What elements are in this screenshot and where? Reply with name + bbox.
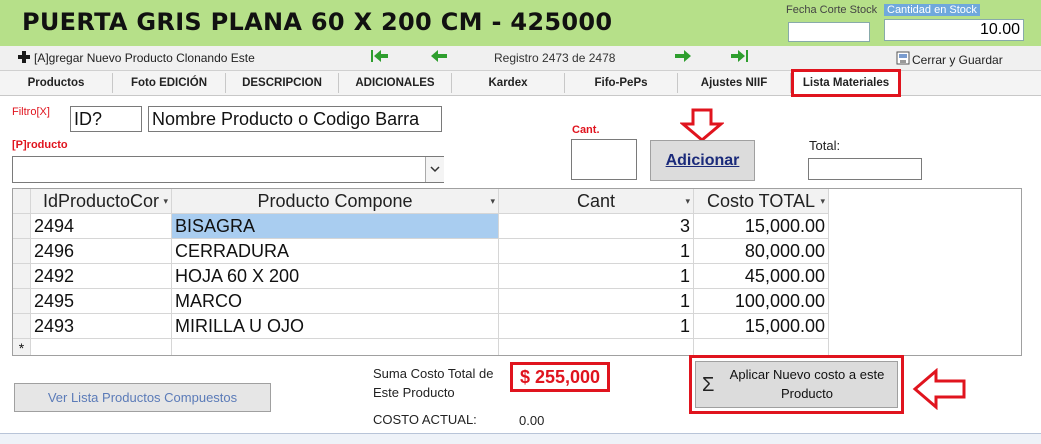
tab-adicionales[interactable]: ADICIONALES	[339, 73, 452, 93]
grid-corner	[13, 189, 31, 214]
sum-total-value: $ 255,000	[510, 362, 610, 392]
cell-cost[interactable]	[694, 339, 829, 355]
filter-name-input[interactable]: Nombre Producto o Codigo Barra	[148, 106, 442, 132]
new-row[interactable]: *	[13, 339, 1021, 355]
sum-label-line1: Suma Costo Total de	[373, 366, 494, 381]
cantidad-stock-label: Cantidad en Stock	[884, 4, 980, 16]
materials-grid: IdProductoCor ▾ Producto Compone ▾ Cant ▾ C…	[12, 188, 1022, 356]
cell-cant[interactable]: 1	[499, 314, 694, 339]
tab-kardex[interactable]: Kardex	[452, 73, 565, 93]
first-record-icon[interactable]	[370, 49, 390, 63]
table-row[interactable]: 2495 MARCO 1 100,000.00	[13, 289, 1021, 314]
record-counter: Registro 2473 de 2478	[494, 51, 616, 65]
cell-id[interactable]: 2492	[31, 264, 172, 289]
table-row[interactable]: 2492 HOJA 60 X 200 1 45,000.00	[13, 264, 1021, 289]
cell-cost[interactable]: 100,000.00	[694, 289, 829, 314]
down-arrow-annotation-icon	[678, 108, 726, 142]
row-selector[interactable]	[13, 214, 31, 239]
apply-label-line2: Producto	[780, 386, 834, 401]
cell-cant[interactable]: 3	[499, 214, 694, 239]
row-selector[interactable]	[13, 239, 31, 264]
cell-id[interactable]: 2494	[31, 214, 172, 239]
cell-cost[interactable]: 45,000.00	[694, 264, 829, 289]
cell-product[interactable]: MARCO	[172, 289, 499, 314]
sort-icon: ▾	[163, 196, 168, 206]
save-close-icon[interactable]	[896, 51, 910, 65]
close-save-button[interactable]: Cerrar y Guardar	[912, 53, 1003, 67]
tab-lista-materiales[interactable]: Lista Materiales	[791, 69, 901, 97]
column-header-product[interactable]: Producto Compone ▾	[172, 189, 499, 214]
view-composite-products-button[interactable]: Ver Lista Productos Compuestos	[14, 383, 271, 412]
tab-ajustes-niif[interactable]: Ajustes NIIF	[678, 73, 791, 93]
cell-cant[interactable]: 1	[499, 264, 694, 289]
cell-cost[interactable]: 15,000.00	[694, 214, 829, 239]
tab-fifo-peps[interactable]: Fifo-PePs	[565, 73, 678, 93]
cell-product[interactable]: MIRILLA U OJO	[172, 314, 499, 339]
table-row[interactable]: 2493 MIRILLA U OJO 1 15,000.00	[13, 314, 1021, 339]
table-row[interactable]: 2494 BISAGRA 3 15,000.00	[13, 214, 1021, 239]
cell-id[interactable]: 2495	[31, 289, 172, 314]
cell-cost[interactable]: 15,000.00	[694, 314, 829, 339]
total-field	[808, 158, 922, 180]
sum-label-line2: Este Producto	[373, 385, 455, 400]
last-record-icon[interactable]	[730, 49, 750, 63]
previous-record-icon[interactable]	[430, 49, 448, 63]
left-arrow-annotation-icon	[912, 367, 968, 411]
apply-new-cost-button[interactable]: Σ Aplicar Nuevo costo a este Producto	[695, 361, 898, 408]
cell-product[interactable]	[172, 339, 499, 355]
cell-id[interactable]: 2496	[31, 239, 172, 264]
sort-icon: ▾	[685, 196, 690, 206]
table-row[interactable]: 2496 CERRADURA 1 80,000.00	[13, 239, 1021, 264]
add-button[interactable]: Adicionar	[650, 140, 755, 181]
total-label: Total:	[809, 138, 841, 153]
current-cost-label: COSTO ACTUAL:	[373, 412, 477, 427]
sort-icon: ▾	[490, 196, 495, 206]
cell-cant[interactable]: 1	[499, 239, 694, 264]
cant-label: Cant.	[572, 124, 600, 136]
fecha-corte-field[interactable]	[788, 22, 870, 42]
tab-productos[interactable]: Productos	[0, 73, 113, 93]
cell-id[interactable]	[31, 339, 172, 355]
cell-cant[interactable]	[499, 339, 694, 355]
cell-product[interactable]: BISAGRA	[172, 214, 499, 239]
chevron-down-icon	[430, 166, 440, 173]
column-header-cost[interactable]: Costo TOTAL ▾	[694, 189, 829, 214]
cell-cost[interactable]: 80,000.00	[694, 239, 829, 264]
row-selector[interactable]	[13, 289, 31, 314]
grid-header: IdProductoCor ▾ Producto Compone ▾ Cant ▾ C…	[13, 189, 1021, 214]
cantidad-stock-field[interactable]: 10.00	[884, 19, 1024, 41]
cell-cant[interactable]: 1	[499, 289, 694, 314]
filter-label[interactable]: Filtro[X]	[12, 106, 50, 118]
cant-input[interactable]	[571, 139, 637, 180]
sort-icon: ▾	[820, 196, 825, 206]
page-title: PUERTA GRIS PLANA 60 X 200 CM - 425000	[22, 8, 613, 36]
new-row-marker: *	[13, 339, 31, 355]
row-selector[interactable]	[13, 264, 31, 289]
sigma-icon: Σ	[702, 374, 715, 396]
cell-product[interactable]: CERRADURA	[172, 239, 499, 264]
column-header-cant[interactable]: Cant ▾	[499, 189, 694, 214]
cell-id[interactable]: 2493	[31, 314, 172, 339]
apply-label-line1: Aplicar Nuevo costo a este	[729, 367, 885, 382]
tab-descripcion[interactable]: DESCRIPCION	[226, 73, 339, 93]
next-record-icon[interactable]	[674, 49, 692, 63]
filter-id-input[interactable]: ID?	[70, 106, 142, 132]
product-label: [P]roducto	[12, 139, 68, 151]
product-select[interactable]	[12, 156, 444, 183]
plus-icon[interactable]	[18, 50, 30, 63]
clone-product-button[interactable]: [A]gregar Nuevo Producto Clonando Este	[34, 51, 255, 65]
column-header-id[interactable]: IdProductoCor ▾	[31, 189, 172, 214]
current-cost-value: 0.00	[519, 413, 545, 428]
cell-product[interactable]: HOJA 60 X 200	[172, 264, 499, 289]
product-dropdown-button[interactable]	[425, 157, 444, 182]
background-list-strip	[0, 433, 1041, 444]
tab-foto-edicion[interactable]: Foto EDICIÓN	[113, 73, 226, 93]
fecha-corte-label: Fecha Corte Stock	[786, 4, 878, 16]
row-selector[interactable]	[13, 314, 31, 339]
